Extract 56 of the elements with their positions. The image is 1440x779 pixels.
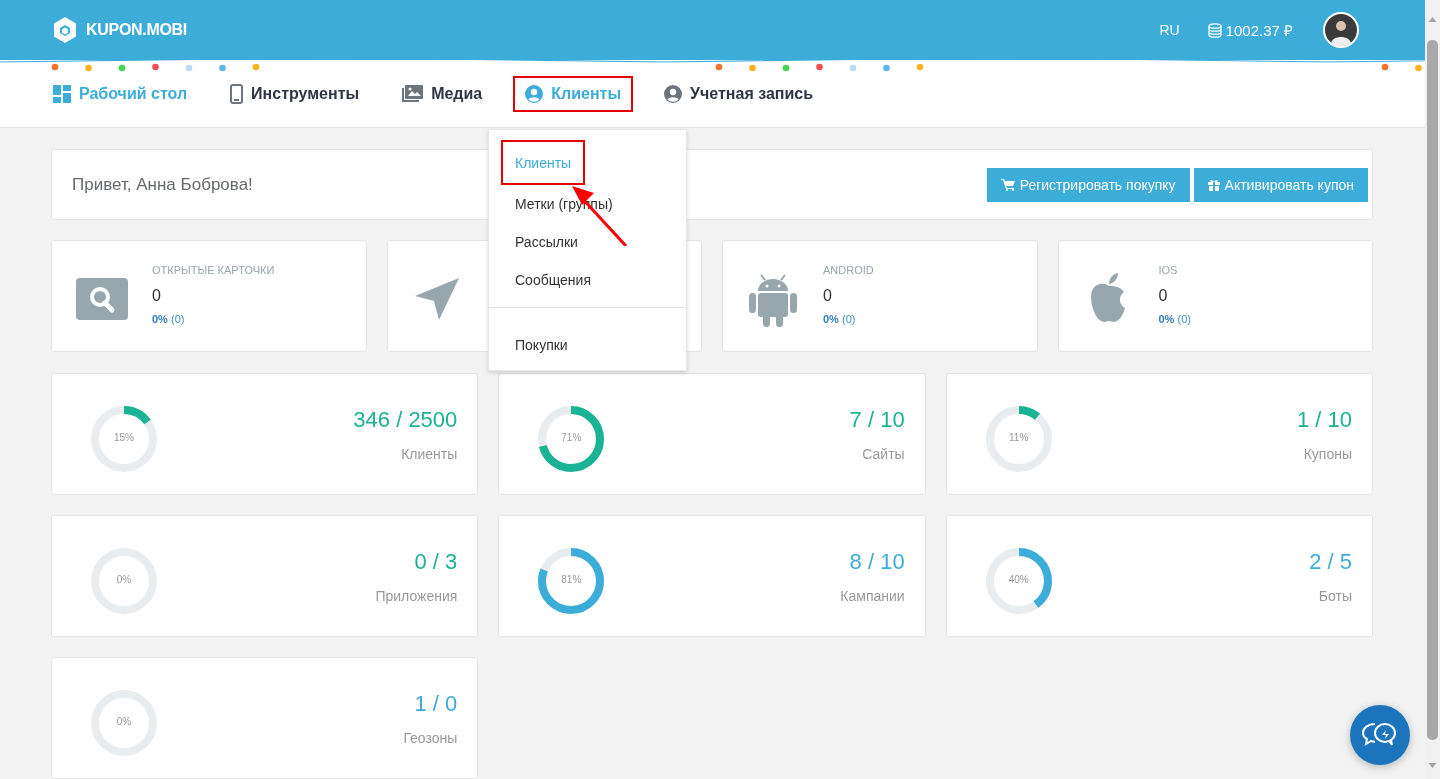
stat-share: 0% (0) — [1158, 313, 1191, 325]
stat-label: ОТКРЫТЫЕ КАРТОЧКИ — [152, 264, 275, 276]
stat-label: IOS — [1158, 264, 1178, 276]
count-value: 8 / 10 — [849, 548, 905, 575]
count-label: Кампании — [840, 587, 905, 604]
nav-tab[interactable]: Инструменты — [218, 75, 372, 112]
ring-percent: 81% — [560, 574, 583, 585]
nav-tab[interactable]: Медиа — [390, 75, 495, 112]
count-value: 7 / 10 — [849, 406, 905, 433]
menu-item[interactable]: Покупки — [501, 326, 584, 364]
count-value: 1 / 0 — [414, 690, 458, 717]
ring-percent: 0% — [115, 716, 133, 727]
donut-ring — [90, 405, 158, 473]
donut-ring — [537, 547, 606, 615]
count-value: 2 / 5 — [1309, 548, 1352, 575]
logo-icon — [53, 17, 77, 43]
language-code: RU — [1159, 22, 1180, 38]
gift-icon — [1207, 178, 1220, 191]
avatar[interactable] — [1323, 12, 1359, 48]
count-label: Геозоны — [403, 729, 458, 746]
count-label: Клиенты — [401, 445, 458, 462]
count-label: Боты — [1318, 587, 1352, 604]
count-value: 346 / 2500 — [353, 406, 458, 433]
count-label: Приложения — [375, 587, 458, 604]
stat-value: 0 — [823, 287, 832, 305]
nav-tab[interactable]: Учетная запись — [652, 75, 826, 112]
images-icon — [402, 85, 424, 102]
donut-ring — [537, 405, 606, 473]
ring-percent: 40% — [1007, 574, 1030, 585]
user-icon — [664, 84, 683, 103]
ring-percent: 0% — [115, 574, 133, 585]
search-icon — [76, 278, 128, 320]
stat-label: ANDROID — [823, 264, 874, 276]
chat-button[interactable] — [1349, 704, 1411, 766]
menu-item[interactable]: Сообщения — [501, 261, 607, 299]
greeting-text: Привет, Анна Боброва! — [72, 174, 254, 195]
count-value: 1 / 10 — [1296, 406, 1352, 433]
stat-value: 0 — [1158, 287, 1168, 305]
menu-item[interactable]: Рассылки — [501, 223, 594, 261]
phone-icon — [230, 83, 244, 104]
donut-ring — [984, 405, 1053, 473]
count-value: 0 / 3 — [414, 548, 458, 575]
stat-value: 0 — [152, 287, 161, 305]
count-label: Сайты — [862, 445, 905, 462]
send-icon — [414, 276, 461, 322]
ring-percent: 71% — [560, 432, 583, 443]
donut-ring — [984, 547, 1053, 615]
ring-percent: 15% — [113, 432, 135, 443]
stat-share: 0% (0) — [823, 313, 856, 325]
dashboard-icon — [53, 84, 71, 103]
ring-percent: 11% — [1008, 432, 1030, 443]
coins-icon — [1207, 22, 1222, 38]
count-label: Купоны — [1303, 445, 1352, 462]
stat-share: 0% (0) — [152, 313, 185, 325]
user-icon — [525, 84, 544, 103]
cart-icon — [1000, 178, 1015, 191]
